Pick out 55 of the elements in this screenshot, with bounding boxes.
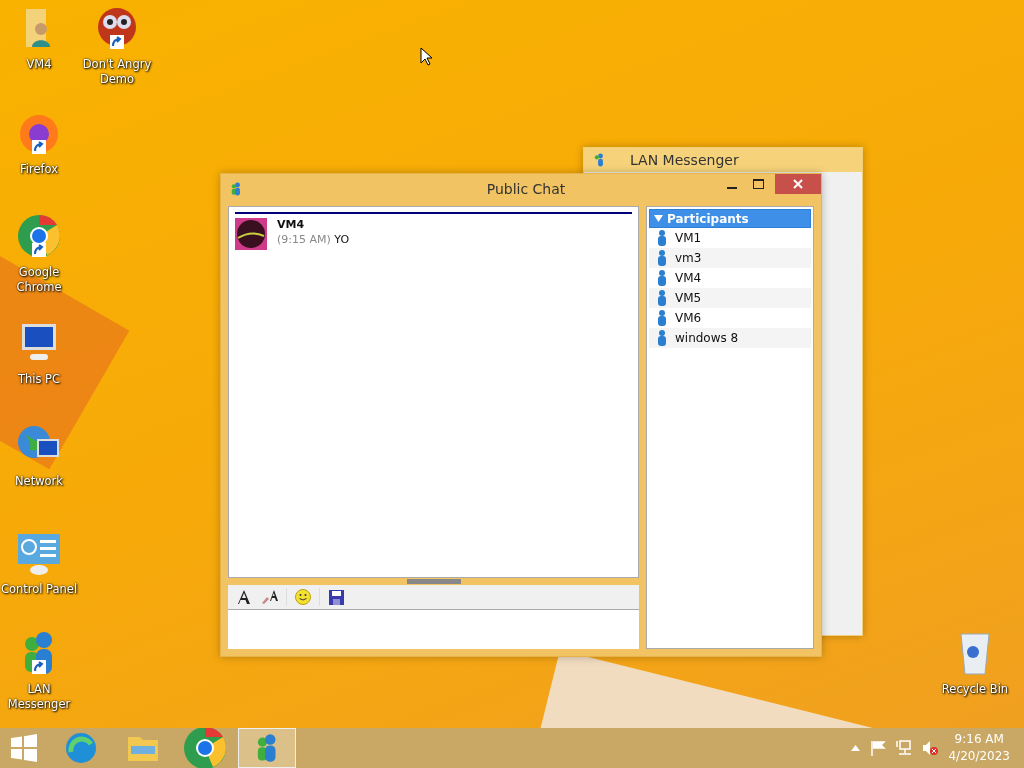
- save-button[interactable]: [326, 587, 346, 607]
- close-button[interactable]: [775, 174, 821, 194]
- smiley-icon: [295, 589, 311, 605]
- shortcut-arrow-icon: [110, 35, 124, 49]
- participants-header[interactable]: Participants: [649, 209, 811, 228]
- shortcut-arrow-icon: [32, 243, 46, 257]
- shortcut-arrow-icon: [32, 660, 46, 674]
- two-people-icon: [229, 181, 243, 197]
- window-title: Public Chat: [485, 181, 567, 197]
- desktop-icon-label[interactable]: Recycle Bin: [936, 682, 1014, 697]
- chrome-icon: [182, 725, 228, 768]
- person-icon: [657, 310, 667, 326]
- minimize-icon: [727, 187, 737, 189]
- letter-a-icon: [236, 589, 252, 605]
- folder-icon: [127, 734, 159, 762]
- desktop-icon-label[interactable]: VM4: [0, 57, 78, 72]
- maximize-icon: [752, 179, 764, 189]
- person-icon: [657, 330, 667, 346]
- flag-icon[interactable]: [870, 740, 887, 756]
- close-icon: [793, 179, 803, 189]
- network-icon[interactable]: [896, 740, 913, 756]
- desktop-icon-label[interactable]: This PC: [0, 372, 78, 387]
- window-title: LAN Messenger: [630, 152, 739, 168]
- participant-name[interactable]: VM1: [675, 231, 702, 245]
- speaker-muted-icon[interactable]: [922, 740, 939, 756]
- desktop-icon-label[interactable]: Firefox: [0, 162, 78, 177]
- clock[interactable]: 9:16 AM 4/20/2023: [948, 731, 1010, 765]
- participant-name[interactable]: vm3: [675, 251, 702, 265]
- desktop-icon-label[interactable]: Network: [0, 474, 78, 489]
- caret-up-icon[interactable]: [851, 745, 861, 751]
- person-icon: [657, 270, 667, 286]
- person-icon: [657, 250, 667, 266]
- message-sender: VM4: [277, 218, 306, 231]
- message-input[interactable]: [228, 610, 639, 649]
- windows-logo-icon: [10, 734, 38, 762]
- shortcut-arrow-icon: [32, 140, 46, 154]
- participant-name[interactable]: VM4: [675, 271, 702, 285]
- mouse-cursor-icon: [420, 47, 432, 66]
- desktop-icon-label[interactable]: LAN Messenger: [0, 682, 78, 712]
- participant-name[interactable]: VM5: [675, 291, 702, 305]
- emoticon-button[interactable]: [293, 587, 313, 607]
- two-people-icon: [592, 153, 606, 167]
- splitter-handle-icon[interactable]: [406, 579, 461, 584]
- desktop-icon-label[interactable]: Don't Angry Demo: [78, 57, 156, 87]
- person-icon: [657, 290, 667, 306]
- taskbar-button[interactable]: [238, 728, 296, 768]
- caret-down-icon: [654, 215, 663, 222]
- font-color-icon: [261, 589, 279, 605]
- desktop-icon-label[interactable]: Control Panel: [0, 582, 78, 597]
- person-icon: [657, 230, 667, 246]
- participant-name[interactable]: VM6: [675, 311, 702, 325]
- desktop-icon-label[interactable]: Google Chrome: [0, 265, 78, 295]
- message-text: (9:15 AM) YO: [277, 233, 350, 246]
- avatar-ball-icon: [235, 218, 267, 250]
- edge-icon: [65, 732, 97, 764]
